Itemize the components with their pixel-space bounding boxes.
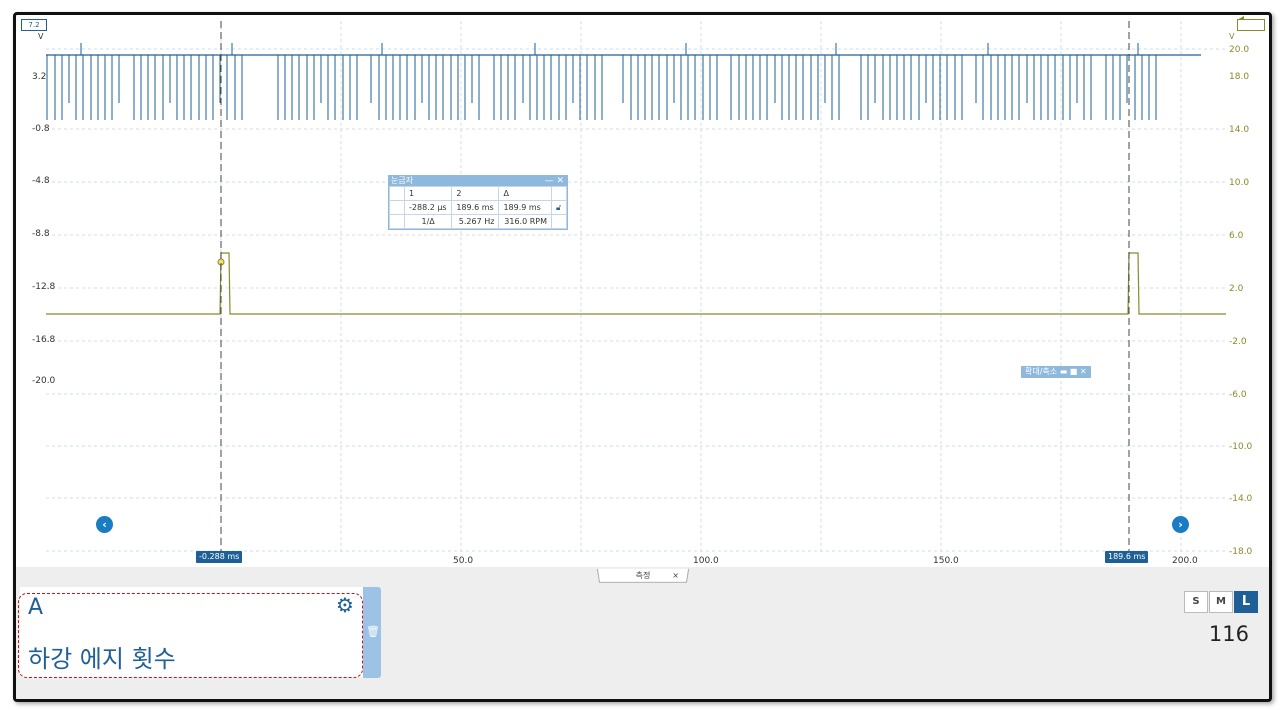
time-tick: 200.0	[1172, 556, 1198, 566]
scope-canvas: 3.2 -0.8 -4.8 -8.8 -12.8 -16.8 -20.0 20.0 18.0 1…	[32, 16, 1253, 566]
channel-b-tick: 6.0	[1229, 231, 1244, 241]
channel-b-tick: -18.0	[1229, 547, 1253, 557]
time-axis: 50.0 100.0 150.0 200.0	[453, 556, 1198, 566]
channel-b-axis: 20.0 18.0 14.0 10.0 6.0 2.0 -2.0 -6.0 -10.0 -14.0…	[1229, 45, 1253, 557]
ruler-value-delta: 189.9 ms	[498, 200, 552, 215]
zoom-box-icon[interactable]: ■	[1070, 367, 1078, 376]
measurements-panel: 측정 × A 116 하강 에지 횟수 ⚙ 🗑︎ S M L	[16, 567, 1269, 699]
channel-b-tick: -10.0	[1229, 442, 1253, 452]
measurement-channel: A	[28, 595, 44, 620]
zoom-control[interactable]: 확대/축소 ▬ ■ ✕	[1021, 366, 1091, 378]
chevron-right-icon[interactable]: ›	[1172, 516, 1189, 533]
time-tick: 100.0	[693, 556, 719, 566]
cursor-1-label[interactable]: -0.288 ms	[196, 551, 243, 563]
measurements-tab-label: 측정	[635, 570, 651, 580]
ruler-inverse-label: 1/Δ	[403, 214, 453, 229]
channel-a-axis: 3.2 -0.8 -4.8 -8.8 -12.8 -16.8 -20.0	[32, 72, 56, 386]
ruler-value-1: -288.2 µs	[403, 200, 453, 215]
minimize-icon[interactable]: —	[545, 176, 554, 186]
ruler-col-1: 1	[403, 186, 453, 201]
channel-a-unit: V	[38, 32, 44, 41]
ruler-col-2: 2	[451, 186, 500, 201]
channel-b-unit: V	[1229, 32, 1235, 41]
size-s-button[interactable]: S	[1184, 591, 1208, 613]
zoom-label: 확대/축소	[1025, 367, 1058, 376]
ruler-table-title-bar[interactable]: 눈금자 — ✕	[389, 176, 567, 186]
ruler-rpm: 316.0 RPM	[498, 214, 552, 229]
channel-a-tick: -4.8	[32, 176, 50, 186]
time-tick: 50.0	[453, 556, 473, 566]
channel-b-tick: 18.0	[1229, 72, 1249, 82]
channel-a-tick: -12.8	[32, 282, 56, 292]
lock-icon[interactable]: 🔓︎	[551, 200, 567, 215]
gear-icon[interactable]: ⚙	[336, 595, 354, 615]
channel-b-tick: 20.0	[1229, 45, 1249, 55]
measurement-label: 하강 에지 횟수	[28, 645, 176, 673]
channel-b-waveform	[46, 252, 1226, 315]
ruler-table-grid: 1 2 Δ -288.2 µs 189.6 ms 189.9 ms 🔓︎ 1/Δ…	[389, 186, 567, 229]
channel-b-tick: -6.0	[1229, 390, 1247, 400]
channel-a-tick: -20.0	[32, 376, 56, 386]
cursor-2-label[interactable]: 189.6 ms	[1105, 551, 1149, 563]
ruler-table-title: 눈금자	[391, 176, 414, 185]
channel-a-waveform	[46, 43, 1201, 120]
ruler-table[interactable]: 눈금자 — ✕ 1 2 Δ -288.2 µs 189.6 ms 189.9 m…	[388, 175, 568, 230]
size-m-button[interactable]: M	[1209, 591, 1233, 613]
close-icon[interactable]: ✕	[556, 176, 564, 186]
channel-a-tick: -8.8	[32, 229, 50, 239]
channel-b-tick: 2.0	[1229, 284, 1244, 294]
channel-a-tick: 3.2	[32, 72, 46, 82]
grid-lines	[46, 21, 1226, 555]
oscilloscope-view[interactable]: 3.2 -0.8 -4.8 -8.8 -12.8 -16.8 -20.0 20.0 18.0 1…	[16, 15, 1269, 570]
ruler-value-2: 189.6 ms	[451, 200, 500, 215]
size-l-button[interactable]: L	[1234, 591, 1258, 613]
channel-a-tick: -16.8	[32, 335, 56, 345]
channel-b-tick: 14.0	[1229, 125, 1249, 135]
ruler-col-delta: Δ	[498, 186, 552, 201]
time-tick: 150.0	[933, 556, 959, 566]
channel-b-tick: -14.0	[1229, 494, 1253, 504]
channel-b-range-tag[interactable]	[1237, 19, 1265, 31]
channel-b-tick: 10.0	[1229, 178, 1249, 188]
ruler-frequency: 5.267 Hz	[451, 214, 500, 229]
chevron-left-icon[interactable]: ‹	[96, 516, 113, 533]
screenshot-frame: 3.2 -0.8 -4.8 -8.8 -12.8 -16.8 -20.0 20.0 18.0 1…	[13, 12, 1272, 702]
trash-icon[interactable]: 🗑︎	[366, 625, 380, 638]
zoom-out-icon[interactable]: ▬	[1060, 367, 1068, 376]
close-icon[interactable]: ✕	[1080, 367, 1087, 376]
measurements-tab[interactable]: 측정 ×	[596, 568, 690, 583]
channel-a-tick: -0.8	[32, 124, 50, 134]
size-selector: S M L	[1184, 591, 1259, 613]
close-icon[interactable]: ×	[672, 569, 680, 582]
channel-a-range-value: 7.2	[28, 21, 40, 29]
channel-b-tick: -2.0	[1229, 337, 1247, 347]
measurement-value: 116	[1208, 622, 1249, 646]
channel-a-range-tag[interactable]: 7.2	[21, 19, 47, 31]
